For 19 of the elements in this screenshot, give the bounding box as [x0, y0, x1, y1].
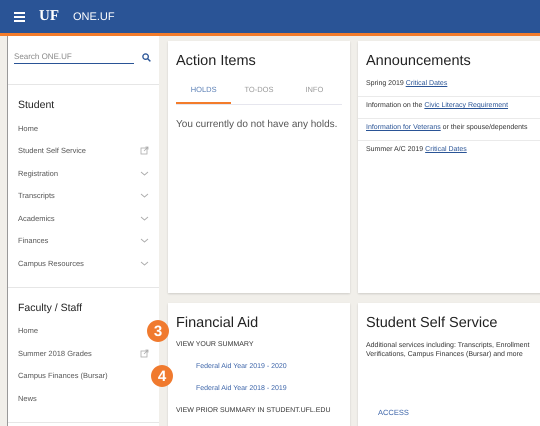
card-title: Action Items: [176, 53, 257, 69]
external-link-icon[interactable]: [140, 348, 149, 358]
empty-message: You currently do not have any holds.: [176, 119, 338, 130]
card-title: Announcements: [366, 53, 472, 69]
search-icon[interactable]: [142, 52, 151, 62]
logo[interactable]: UF: [39, 8, 59, 25]
external-link-icon[interactable]: [140, 146, 149, 156]
card-title: Financial Aid: [176, 315, 260, 331]
section-heading: Student: [18, 99, 56, 111]
chevron-down-icon[interactable]: [140, 236, 149, 246]
chevron-down-icon[interactable]: [140, 258, 149, 268]
chevron-down-icon[interactable]: [140, 214, 149, 223]
app-title: ONE.UF: [73, 10, 115, 22]
search-field[interactable]: Search ONE.UF: [14, 50, 134, 64]
card-title: Student Self Service: [366, 315, 498, 331]
chevron-down-icon[interactable]: [140, 191, 149, 200]
section-heading: Faculty / Staff: [18, 302, 83, 314]
menu-icon[interactable]: [14, 12, 25, 22]
chevron-down-icon[interactable]: [140, 168, 149, 178]
